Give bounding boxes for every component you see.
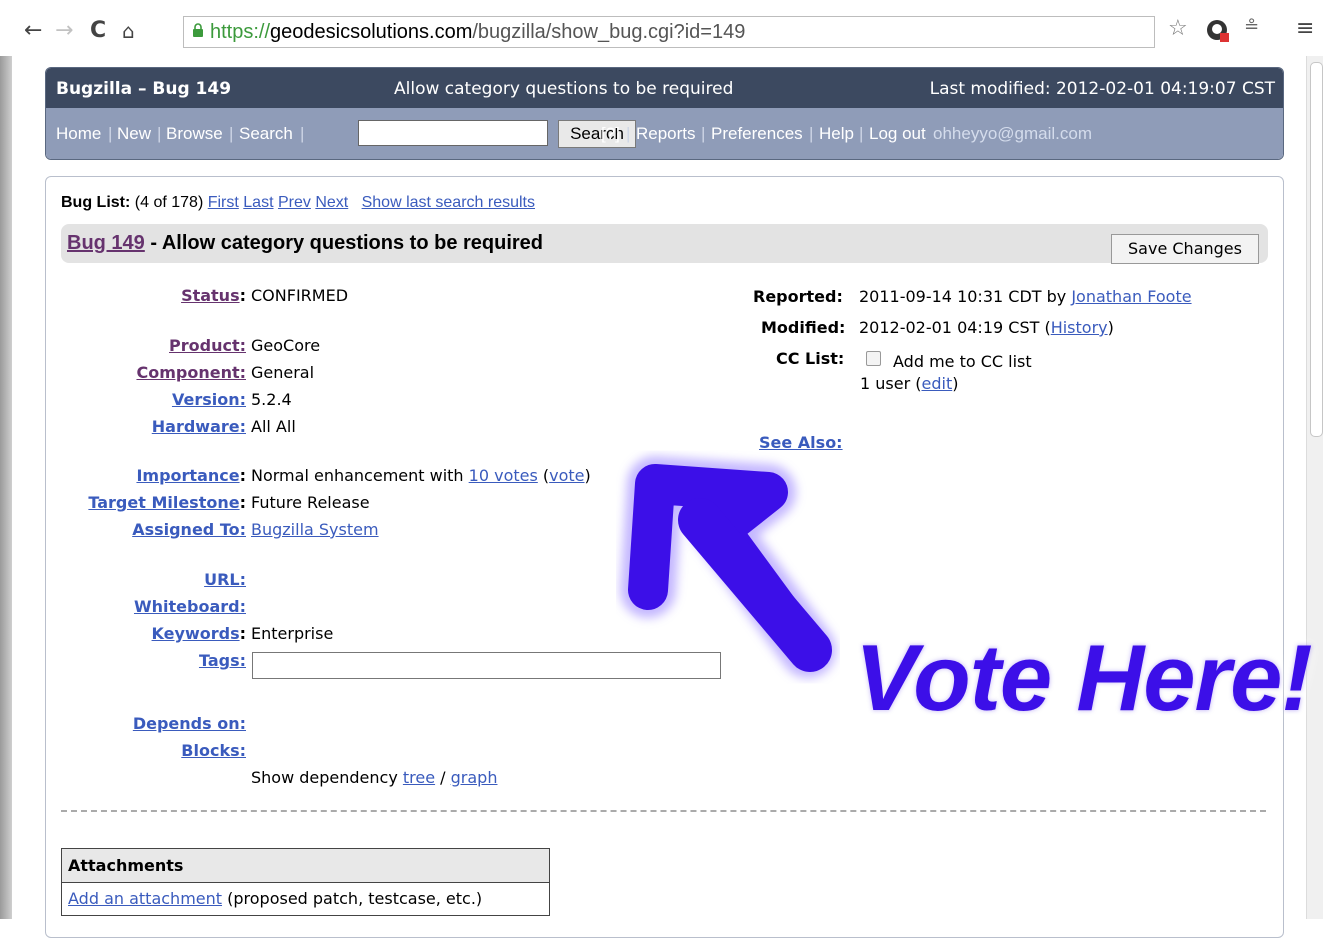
annotation-arrow-icon [620,456,836,678]
vote-here-annotation: Vote Here! [855,625,1313,730]
arrow-overlay [620,456,836,678]
